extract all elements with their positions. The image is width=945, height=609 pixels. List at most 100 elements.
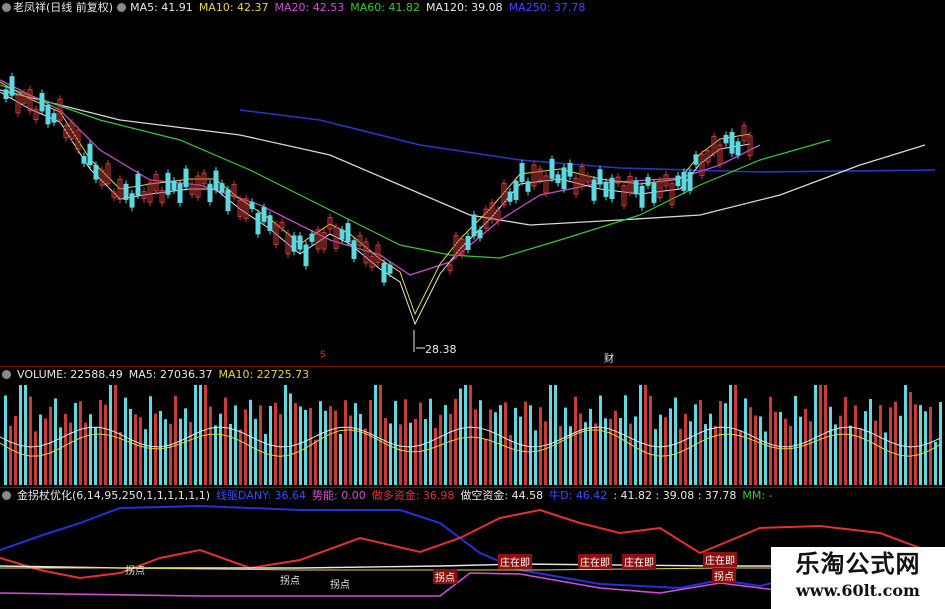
volume-bar <box>629 423 632 485</box>
candle-body <box>9 76 15 96</box>
volume-bar <box>374 385 377 485</box>
volume-bar <box>184 408 187 485</box>
volume-bar <box>649 395 652 485</box>
candle-body <box>723 134 729 144</box>
volume-bar <box>464 385 467 485</box>
ma60-line <box>0 84 831 259</box>
candle-body <box>681 171 687 191</box>
candle-body <box>603 181 609 197</box>
volume-bar <box>784 418 787 485</box>
candle-body <box>549 158 555 179</box>
candle-body <box>3 89 9 100</box>
candle-body <box>513 180 519 200</box>
volume-bar <box>404 399 407 485</box>
volume-bar <box>179 418 182 485</box>
volume-bar <box>654 429 657 485</box>
volume-bar <box>324 410 327 485</box>
volume-bar <box>644 385 647 485</box>
ma-value: MA10: 42.37 <box>198 1 269 14</box>
volume-bar <box>139 417 142 485</box>
volume-bar <box>434 427 437 485</box>
candle-body <box>729 131 735 154</box>
candle-body <box>87 143 93 166</box>
signal-badge: 拐点 <box>712 568 736 583</box>
marker-finance[interactable]: 财 <box>604 350 614 365</box>
volume-bar <box>34 431 37 485</box>
volume-bar <box>314 439 317 485</box>
volume-bar <box>9 425 12 485</box>
volume-chart[interactable] <box>0 367 945 488</box>
volume-bar <box>319 401 322 485</box>
volume-panel[interactable]: VOLUME: 22588.49 MA5: 27036.37 MA10: 22725… <box>0 367 945 488</box>
gear-icon[interactable] <box>2 3 11 12</box>
volume-bar <box>759 416 762 485</box>
volume-bar <box>494 412 497 485</box>
indicator-title: 金拐杖优化(6,14,95,250,1,1,1,1,1,1) <box>17 489 211 502</box>
volume-bar <box>334 410 337 485</box>
indicator-value: 做多资金: 36.98 <box>371 489 455 502</box>
volume-title: VOLUME: 22588.49 <box>17 368 123 381</box>
ma-value: MA60: 41.82 <box>350 1 420 14</box>
ma-value: MA250: 37.78 <box>508 1 586 14</box>
signal-badge: 拐点 <box>125 566 145 577</box>
volume-bar <box>219 413 222 485</box>
volume-bar <box>724 403 727 485</box>
volume-bar <box>514 407 517 485</box>
volume-bar <box>659 414 662 485</box>
volume-bar <box>704 424 707 485</box>
volume-bar <box>664 417 667 485</box>
volume-bar <box>249 399 252 485</box>
volume-bar <box>164 419 167 485</box>
volume-bar <box>754 415 757 485</box>
marker-s[interactable]: S <box>320 350 326 360</box>
volume-bar <box>84 422 87 485</box>
candle-body <box>633 180 639 195</box>
candle-body <box>255 212 261 235</box>
ma-value: MA20: 42.53 <box>274 1 345 14</box>
volume-bar <box>79 401 82 485</box>
gear-icon[interactable] <box>2 491 11 500</box>
candlestick-chart[interactable] <box>0 0 945 367</box>
volume-bar <box>24 385 27 485</box>
candle-body <box>687 171 693 191</box>
volume-bar <box>394 400 397 485</box>
signal-badge: 庄在即 <box>498 554 532 569</box>
volume-bar <box>504 402 507 485</box>
ma-value: MA5: 41.91 <box>130 1 193 14</box>
volume-bar <box>814 385 817 485</box>
volume-bar <box>669 408 672 485</box>
candle-body <box>645 177 651 186</box>
volume-bar <box>59 427 62 485</box>
price-panel[interactable]: 老凤祥(日线 前复权) MA5: 41.91 MA10: 42.37 MA20: 42… <box>0 0 945 367</box>
gear-icon[interactable] <box>2 370 11 379</box>
indicator-value: 牛D: 46.42 <box>549 489 608 502</box>
volume-bar <box>614 410 617 485</box>
indicator-value: MM: - <box>742 489 773 502</box>
volume-bar <box>29 396 32 485</box>
volume-bar <box>154 413 157 485</box>
volume-bar <box>189 422 192 485</box>
volume-bar <box>794 395 797 485</box>
volume-bar <box>289 393 292 485</box>
volume-bar <box>889 407 892 485</box>
candle-body <box>135 173 141 196</box>
candle-body <box>693 154 699 165</box>
candle-body <box>291 235 297 252</box>
volume-bar <box>579 413 582 485</box>
candle-body <box>297 235 303 250</box>
volume-bar <box>114 385 117 485</box>
low-price-label: 28.38 <box>425 343 457 356</box>
candle-body <box>561 167 567 190</box>
candle-body <box>471 214 477 237</box>
candle-body <box>555 174 561 184</box>
volume-bar <box>389 423 392 485</box>
volume-bar <box>54 398 57 485</box>
volume-bar <box>379 385 382 485</box>
candle-body <box>51 113 57 123</box>
settings-icon[interactable] <box>117 3 127 12</box>
volume-bar <box>619 418 622 485</box>
volume-bar <box>479 400 482 485</box>
volume-bar <box>729 385 732 485</box>
candle-body <box>345 223 351 243</box>
candle-body <box>207 183 213 203</box>
